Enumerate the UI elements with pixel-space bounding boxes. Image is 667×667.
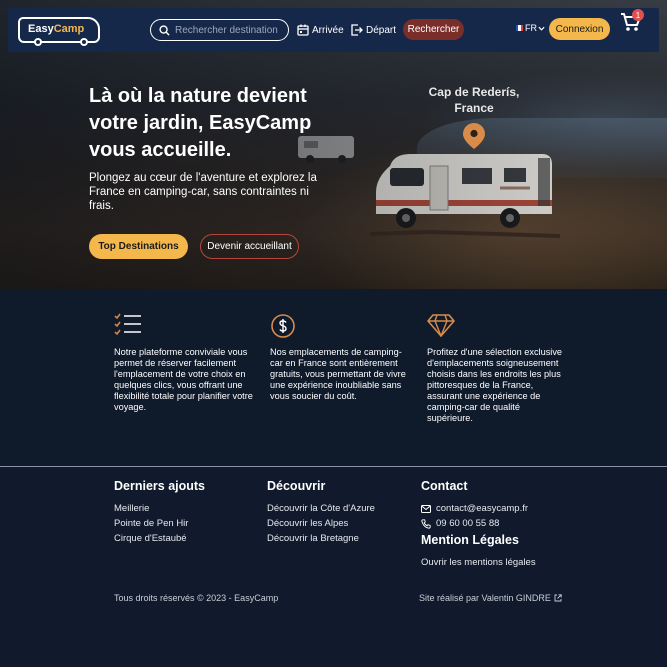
french-flag-icon — [516, 25, 523, 31]
footer-discover: Découvrir Découvrir la Côte d'Azure Déco… — [267, 479, 375, 546]
map-pin-icon[interactable] — [463, 123, 485, 149]
external-link-icon — [554, 594, 562, 602]
location-name: Cap de Rederís, — [428, 85, 520, 99]
logo-wheel-icon — [80, 38, 88, 46]
contact-phone-text: 09 60 00 55 88 — [436, 518, 500, 529]
login-button[interactable]: Connexion — [549, 18, 610, 40]
hero-title: Là où la nature devient votre jardin, Ea… — [89, 85, 312, 161]
contact-email-text: contact@easycamp.fr — [436, 503, 529, 514]
copyright-text: Tous droits réservés © 2023 - EasyCamp — [114, 593, 279, 603]
cart-count-badge: 1 — [632, 9, 644, 21]
footer-link-pointe-de-pen-hir[interactable]: Pointe de Pen Hir — [114, 516, 205, 531]
calendar-icon — [297, 24, 309, 36]
location-label: Cap de Rederís, France — [418, 84, 530, 116]
language-selector[interactable]: FR — [516, 23, 545, 33]
feature-text: Notre plateforme conviviale vous permet … — [114, 347, 253, 412]
arrival-label: Arrivée — [312, 24, 344, 36]
section-divider — [0, 466, 667, 467]
footer-heading: Contact — [421, 479, 468, 493]
phone-icon — [421, 518, 431, 529]
departure-date-button[interactable]: Départ — [351, 22, 396, 38]
logo-text-easy: Easy — [28, 23, 54, 35]
contact-phone[interactable]: 09 60 00 55 88 — [421, 516, 528, 531]
footer-link-bretagne[interactable]: Découvrir la Bretagne — [267, 531, 375, 546]
footer-heading: Découvrir — [267, 479, 326, 493]
site-credit-link[interactable]: Site réalisé par Valentin GINDRE — [419, 593, 562, 603]
mail-icon — [421, 504, 431, 513]
footer-heading: Derniers ajouts — [114, 479, 206, 493]
search-bar[interactable] — [150, 19, 289, 41]
search-button[interactable]: Rechercher — [403, 19, 464, 40]
legal-notice-link[interactable]: Ouvrir les mentions légales — [421, 555, 536, 570]
feature-free-spots: Nos emplacements de camping-car en Franc… — [270, 313, 410, 402]
hero-subtitle: Plongez au cœur de l'aventure et explore… — [89, 172, 317, 212]
departure-label: Départ — [366, 24, 397, 36]
easycamp-logo[interactable]: EasyCamp — [18, 17, 100, 46]
feature-easy-booking: Notre plateforme conviviale vous permet … — [114, 313, 254, 413]
footer-contact: Contact contact@easycamp.fr 09 60 00 55 … — [421, 479, 528, 531]
language-label: FR — [525, 23, 537, 33]
feature-text: Nos emplacements de camping-car en Franc… — [270, 347, 406, 401]
footer-link-cirque-destaube[interactable]: Cirque d'Estaubé — [114, 531, 205, 546]
search-icon — [159, 24, 170, 36]
feature-text: Profitez d'une sélection exclusive d'emp… — [427, 347, 563, 423]
dollar-coin-icon — [271, 314, 295, 338]
logo-wheel-icon — [34, 38, 42, 46]
search-input[interactable] — [175, 24, 285, 36]
navbar: EasyCamp Arrivée Départ Rechercher — [8, 8, 659, 52]
checklist-icon — [114, 313, 141, 336]
logo-text: EasyCamp — [26, 23, 87, 35]
top-destinations-button[interactable]: Top Destinations — [89, 234, 188, 259]
site-credit-text: Site réalisé par Valentin GINDRE — [419, 593, 551, 603]
footer-heading: Mention Légales — [421, 533, 519, 547]
footer-link-alpes[interactable]: Découvrir les Alpes — [267, 516, 375, 531]
chevron-down-icon — [538, 26, 545, 31]
become-host-button[interactable]: Devenir accueillant — [200, 234, 299, 259]
footer-link-meillerie[interactable]: Meillerie — [114, 501, 205, 516]
location-country: France — [454, 101, 494, 115]
footer-link-cote-dazure[interactable]: Découvrir la Côte d'Azure — [267, 501, 375, 516]
arrival-date-button[interactable]: Arrivée — [297, 22, 344, 38]
logo-text-camp: Camp — [53, 23, 85, 35]
footer-latest-additions: Derniers ajouts Meillerie Pointe de Pen … — [114, 479, 205, 546]
contact-email[interactable]: contact@easycamp.fr — [421, 501, 528, 516]
features-section: Notre plateforme conviviale vous permet … — [0, 289, 667, 467]
exit-icon — [351, 24, 363, 36]
diamond-icon — [427, 314, 455, 338]
feature-exclusive-selection: Profitez d'une sélection exclusive d'emp… — [427, 313, 567, 424]
footer-legal: Mention Légales Ouvrir les mentions léga… — [421, 533, 536, 570]
